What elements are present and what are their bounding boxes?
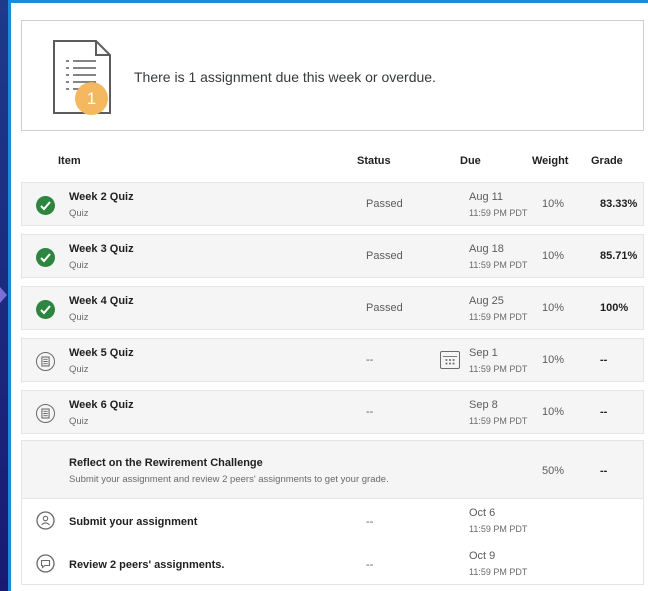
weight-value: 10% <box>542 198 565 210</box>
quiz-icon <box>36 352 55 371</box>
table-row[interactable]: Week 5 Quiz Quiz -- Sep 1 11:59 PM PDT 1… <box>21 338 644 382</box>
step-title[interactable]: Review 2 peers' assignments. <box>69 559 224 571</box>
grade-value: -- <box>600 354 608 366</box>
status-text: -- <box>366 559 374 571</box>
header-status: Status <box>357 155 391 167</box>
item-type: Quiz <box>69 364 89 375</box>
item-type: Quiz <box>69 416 89 427</box>
grade-value: 85.71% <box>600 250 638 262</box>
status-text: -- <box>366 516 374 528</box>
submit-icon <box>36 511 55 530</box>
weight-value: 10% <box>542 406 565 418</box>
weight-value: 50% <box>542 465 565 477</box>
calendar-icon[interactable] <box>440 351 460 369</box>
due-time: 11:59 PM PDT <box>469 208 528 218</box>
item-title[interactable]: Week 5 Quiz <box>69 347 134 359</box>
item-title[interactable]: Week 4 Quiz <box>69 295 134 307</box>
due-time: 11:59 PM PDT <box>469 524 528 534</box>
due-time: 11:59 PM PDT <box>469 364 528 374</box>
due-time: 11:59 PM PDT <box>469 260 528 270</box>
item-description: Submit your assignment and review 2 peer… <box>69 474 389 485</box>
item-title[interactable]: Reflect on the Rewirement Challenge <box>69 457 263 469</box>
grade-value: -- <box>600 465 608 477</box>
due-time: 11:59 PM PDT <box>469 567 528 577</box>
grade-value: 100% <box>600 302 629 314</box>
status-text: Passed <box>366 198 403 210</box>
summary-text: There is 1 assignment due this week or o… <box>134 69 436 85</box>
due-time: 11:59 PM PDT <box>469 312 528 322</box>
due-date: Aug 18 <box>469 243 504 255</box>
due-date: Sep 1 <box>469 347 498 359</box>
status-text: Passed <box>366 302 403 314</box>
item-type: Quiz <box>69 312 89 323</box>
peer-review-assignment-row[interactable]: Reflect on the Rewirement Challenge Subm… <box>21 440 644 499</box>
expand-arrow-icon[interactable] <box>0 287 7 303</box>
review-icon <box>36 554 55 573</box>
due-date: Oct 6 <box>469 507 496 519</box>
weight-value: 10% <box>542 302 565 314</box>
peer-review-steps: Submit your assignment -- Oct 6 11:59 PM… <box>21 499 644 585</box>
weight-value: 10% <box>542 354 565 366</box>
table-row[interactable]: Week 2 Quiz Quiz Passed Aug 11 11:59 PM … <box>21 182 644 226</box>
header-grade: Grade <box>591 155 623 167</box>
item-title[interactable]: Week 2 Quiz <box>69 191 134 203</box>
check-circle-icon <box>36 248 55 267</box>
header-weight: Weight <box>532 155 569 167</box>
assignment-summary-card: 1 There is 1 assignment due this week or… <box>21 20 644 131</box>
header-due: Due <box>460 155 481 167</box>
item-title[interactable]: Week 6 Quiz <box>69 399 134 411</box>
due-date: Aug 11 <box>469 191 504 203</box>
table-row[interactable]: Week 3 Quiz Quiz Passed Aug 18 11:59 PM … <box>21 234 644 278</box>
check-circle-icon <box>36 196 55 215</box>
list-item[interactable]: Review 2 peers' assignments. -- Oct 9 11… <box>22 542 643 585</box>
due-date: Sep 8 <box>469 399 498 411</box>
check-circle-icon <box>36 300 55 319</box>
status-text: -- <box>366 354 374 366</box>
weight-value: 10% <box>542 250 565 262</box>
grades-panel: 1 There is 1 assignment due this week or… <box>8 0 648 591</box>
header-item: Item <box>58 155 81 167</box>
status-text: -- <box>366 406 374 418</box>
item-title[interactable]: Week 3 Quiz <box>69 243 134 255</box>
item-type: Quiz <box>69 208 89 219</box>
quiz-icon <box>36 404 55 423</box>
item-type: Quiz <box>69 260 89 271</box>
list-item[interactable]: Submit your assignment -- Oct 6 11:59 PM… <box>22 499 643 542</box>
due-time: 11:59 PM PDT <box>469 416 528 426</box>
step-title[interactable]: Submit your assignment <box>69 516 197 528</box>
grade-value: -- <box>600 406 608 418</box>
table-row[interactable]: Week 6 Quiz Quiz -- Sep 8 11:59 PM PDT 1… <box>21 390 644 434</box>
grade-value: 83.33% <box>600 198 638 210</box>
due-count-badge: 1 <box>75 82 108 115</box>
status-text: Passed <box>366 250 403 262</box>
due-date: Oct 9 <box>469 550 496 562</box>
table-row[interactable]: Week 4 Quiz Quiz Passed Aug 25 11:59 PM … <box>21 286 644 330</box>
due-date: Aug 25 <box>469 295 504 307</box>
